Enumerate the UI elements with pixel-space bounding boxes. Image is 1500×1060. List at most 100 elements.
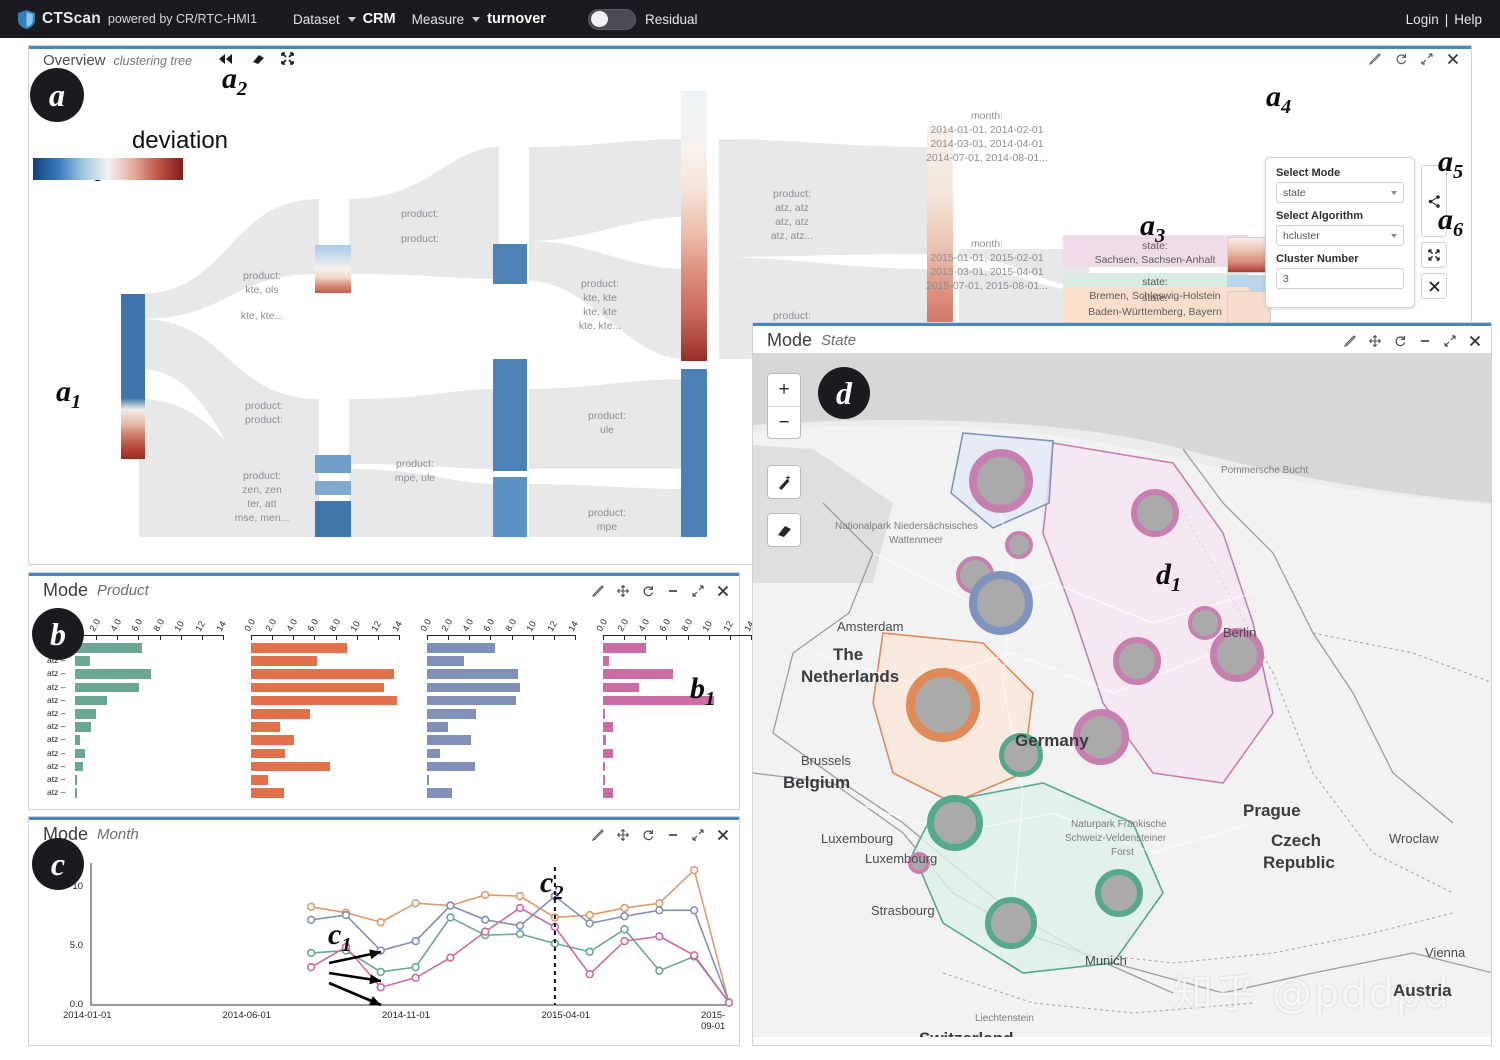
bar[interactable]: [427, 748, 440, 759]
line-data-point[interactable]: [620, 936, 629, 946]
line-data-point[interactable]: [515, 891, 525, 901]
bar[interactable]: [75, 775, 77, 785]
eraser-button[interactable]: [767, 513, 801, 547]
line-data-point[interactable]: [446, 901, 455, 910]
line-data-point[interactable]: [585, 947, 594, 956]
bar[interactable]: [75, 761, 84, 772]
minimize-icon[interactable]: [1419, 335, 1431, 347]
residual-toggle[interactable]: Residual: [587, 8, 698, 30]
line-data-point[interactable]: [620, 912, 629, 921]
line-data-point[interactable]: [411, 936, 420, 946]
line-data-point[interactable]: [515, 903, 525, 913]
bar[interactable]: [427, 761, 475, 772]
bar[interactable]: [251, 735, 295, 745]
pencil-icon[interactable]: [592, 584, 604, 597]
line-data-point[interactable]: [306, 915, 316, 925]
line-data-point[interactable]: [585, 970, 594, 979]
bar[interactable]: [427, 643, 495, 653]
line-data-point[interactable]: [481, 927, 490, 936]
bar[interactable]: [603, 656, 610, 666]
line-data-point[interactable]: [306, 902, 316, 911]
bar[interactable]: [427, 788, 453, 798]
zoom-in-icon[interactable]: +: [768, 374, 800, 406]
map-cluster-marker[interactable]: [1113, 637, 1161, 685]
bar[interactable]: [603, 722, 613, 732]
measure-selector[interactable]: Measure turnover: [412, 11, 546, 27]
refresh-icon[interactable]: [1394, 335, 1406, 347]
line-data-point[interactable]: [376, 967, 385, 977]
sankey-node-lower-2[interactable]: [315, 481, 351, 495]
pencil-icon[interactable]: [592, 828, 604, 841]
bar[interactable]: [427, 656, 464, 666]
bar[interactable]: [427, 775, 429, 785]
eraser-icon[interactable]: [768, 514, 800, 546]
magic-wand-icon[interactable]: [768, 466, 800, 498]
bar[interactable]: [251, 709, 311, 719]
line-data-point[interactable]: [655, 932, 664, 941]
line-chart-canvas[interactable]: 0.0 5.0 10 2014-01-01 2014-06-01 2014-11-01 20…: [29, 847, 739, 1039]
bar[interactable]: [427, 722, 449, 732]
bar[interactable]: [251, 722, 280, 732]
sankey-node-mid-mpe[interactable]: [493, 477, 527, 537]
line-data-point[interactable]: [481, 890, 490, 900]
bar[interactable]: [603, 761, 605, 772]
move-icon[interactable]: [617, 828, 629, 841]
bar[interactable]: [251, 775, 268, 785]
login-link[interactable]: Login: [1406, 12, 1439, 27]
bar[interactable]: [603, 735, 607, 745]
refresh-icon[interactable]: [642, 829, 654, 841]
map-cluster-marker[interactable]: [969, 571, 1033, 635]
expand-icon[interactable]: [1421, 52, 1433, 69]
bar[interactable]: [603, 682, 639, 693]
line-data-point[interactable]: [689, 906, 699, 915]
select-mode-dropdown[interactable]: state: [1276, 182, 1404, 203]
map-canvas[interactable]: + − 知乎 @pddpd Pommersche Bucht Nationalpa…: [753, 353, 1491, 1037]
line-data-point[interactable]: [689, 951, 699, 960]
line-data-point[interactable]: [620, 903, 629, 913]
bar[interactable]: [603, 643, 647, 653]
expand-icon[interactable]: [1421, 242, 1447, 268]
expand-icon[interactable]: [692, 828, 704, 841]
bar[interactable]: [251, 761, 331, 772]
bar[interactable]: [251, 656, 317, 666]
sankey-node-upper-1[interactable]: [315, 245, 351, 293]
sankey-node-lower-1[interactable]: [315, 455, 351, 473]
line-data-point[interactable]: [620, 925, 629, 934]
map-cluster-marker[interactable]: [1188, 606, 1222, 640]
sankey-node-col3-blue[interactable]: [681, 369, 707, 537]
move-icon[interactable]: [617, 584, 629, 597]
map-zoom-controls[interactable]: + −: [767, 373, 801, 439]
sankey-node-mid-top[interactable]: [493, 244, 527, 284]
bar[interactable]: [427, 669, 518, 679]
move-icon[interactable]: [1369, 334, 1381, 347]
bar[interactable]: [75, 748, 85, 759]
zoom-out-icon[interactable]: −: [768, 406, 800, 438]
select-algorithm-dropdown[interactable]: hcluster: [1276, 225, 1404, 246]
help-link[interactable]: Help: [1454, 12, 1482, 27]
refresh-icon[interactable]: [642, 585, 654, 597]
bar[interactable]: [251, 669, 394, 679]
line-data-point[interactable]: [655, 899, 664, 908]
bar[interactable]: [603, 788, 613, 798]
map-cluster-marker[interactable]: [927, 795, 983, 851]
pencil-icon[interactable]: [1344, 334, 1356, 347]
bar[interactable]: [75, 682, 140, 693]
line-data-point[interactable]: [655, 906, 664, 915]
bar[interactable]: [251, 788, 284, 798]
bar[interactable]: [251, 682, 385, 693]
line-data-point[interactable]: [585, 919, 594, 928]
minimize-icon[interactable]: [667, 585, 679, 597]
close-icon[interactable]: [717, 829, 729, 841]
sankey-node-root[interactable]: [121, 294, 145, 459]
line-data-point[interactable]: [411, 899, 420, 908]
line-data-point[interactable]: [411, 973, 420, 982]
line-data-point[interactable]: [515, 929, 525, 939]
bar[interactable]: [75, 669, 152, 679]
eraser-icon[interactable]: [250, 53, 265, 69]
bar[interactable]: [75, 722, 91, 732]
line-data-point[interactable]: [689, 865, 699, 875]
close-icon[interactable]: [717, 585, 729, 597]
minimize-icon[interactable]: [667, 829, 679, 841]
expand-icon[interactable]: [1444, 334, 1456, 347]
map-cluster-marker[interactable]: [1005, 531, 1033, 559]
